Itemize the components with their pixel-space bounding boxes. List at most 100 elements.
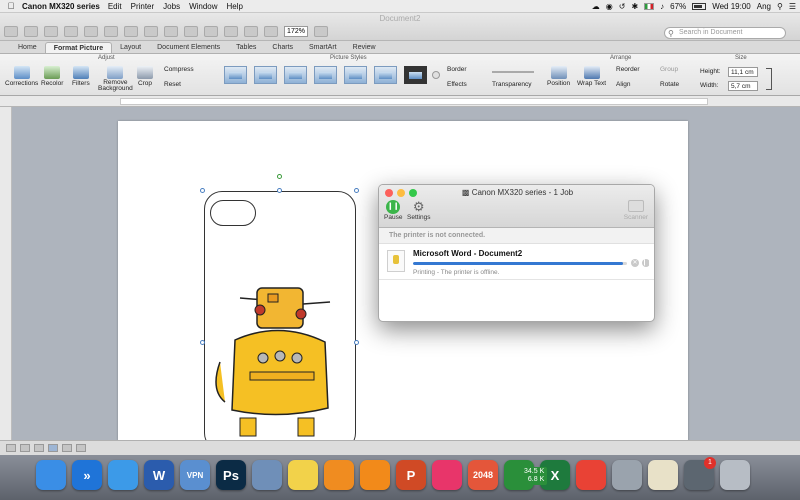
reset-button[interactable]: Reset <box>164 81 181 88</box>
search-input[interactable]: ⚲ Search in Document <box>664 27 786 39</box>
border-button[interactable]: Border <box>447 66 467 73</box>
group-button[interactable]: Group <box>660 66 678 73</box>
tab-format-picture[interactable]: Format Picture <box>44 42 113 53</box>
crop-button[interactable]: Crop <box>137 66 153 87</box>
picture-style-6[interactable] <box>374 66 397 84</box>
wifi-icon[interactable]: ◉ <box>606 2 613 11</box>
dock-powerpoint-icon[interactable]: P <box>396 460 426 490</box>
recolor-button[interactable]: Recolor <box>41 66 63 87</box>
picture-style-1[interactable] <box>224 66 247 84</box>
tab-charts[interactable]: Charts <box>264 42 301 53</box>
notification-center-icon[interactable]: ☰ <box>789 2 796 11</box>
paste-icon[interactable] <box>124 26 138 37</box>
settings-button[interactable]: ⚙ Settings <box>407 200 431 222</box>
transparency-slider[interactable] <box>492 71 534 73</box>
selection-handle-tc[interactable] <box>277 188 282 193</box>
apple-menu-icon[interactable]:  <box>0 1 22 11</box>
pause-button[interactable]: ❙❙ Pause <box>384 200 402 221</box>
hold-job-icon[interactable]: ❙❙ <box>642 259 652 267</box>
picture-style-7[interactable] <box>404 66 427 84</box>
dock-finder-icon[interactable] <box>36 460 66 490</box>
dock-notes-icon[interactable] <box>288 460 318 490</box>
position-button[interactable]: Position <box>547 66 570 87</box>
gallery-more-icon[interactable] <box>432 71 440 79</box>
dock-vlc-icon[interactable] <box>360 460 390 490</box>
height-field[interactable]: 11,1 cm <box>728 67 758 77</box>
picture-style-4[interactable] <box>314 66 337 84</box>
dock-jumpdesktop-icon[interactable]: » <box>72 460 102 490</box>
battery-icon[interactable] <box>692 3 707 10</box>
width-field[interactable]: 5,7 cm <box>728 81 758 91</box>
dock-photoshop-icon[interactable]: Ps <box>216 460 246 490</box>
compress-button[interactable]: Compress <box>164 66 194 73</box>
table-icon[interactable] <box>204 26 218 37</box>
dock-vpn-icon[interactable]: VPN <box>180 460 210 490</box>
zoom-field[interactable]: 172% <box>284 26 308 37</box>
user-name[interactable]: Ang <box>757 2 771 11</box>
format-painter-icon[interactable] <box>144 26 158 37</box>
rotate-button[interactable]: Rotate <box>660 81 679 88</box>
redo-icon[interactable] <box>184 26 198 37</box>
tab-smartart[interactable]: SmartArt <box>301 42 345 53</box>
view-publishing-icon[interactable] <box>34 444 44 452</box>
tab-layout[interactable]: Layout <box>112 42 149 53</box>
volume-icon[interactable]: ♪ <box>660 2 664 11</box>
remove-background-button[interactable]: Remove Background <box>98 66 133 92</box>
help-icon[interactable] <box>314 26 328 37</box>
dock-preview-icon[interactable] <box>252 460 282 490</box>
dock-game-2048-icon[interactable]: 2048 <box>468 460 498 490</box>
dock-itunes-icon[interactable] <box>432 460 462 490</box>
tab-review[interactable]: Review <box>345 42 384 53</box>
vertical-ruler[interactable] <box>0 107 12 440</box>
spotlight-icon[interactable]: ⚲ <box>777 2 783 11</box>
reorder-button[interactable]: Reorder <box>616 66 639 73</box>
lock-aspect-ratio-icon[interactable] <box>766 68 772 90</box>
dock-scanner-app-icon[interactable] <box>648 460 678 490</box>
menu-help[interactable]: Help <box>227 2 243 11</box>
dock-trash-icon[interactable] <box>720 460 750 490</box>
tab-home[interactable]: Home <box>10 42 45 53</box>
wrap-text-button[interactable]: Wrap Text <box>577 66 606 87</box>
picture-style-2[interactable] <box>254 66 277 84</box>
sync-icon[interactable]: ↺ <box>619 2 626 11</box>
cloud-icon[interactable]: ☁ <box>592 2 600 11</box>
dock-safari-icon[interactable] <box>108 460 138 490</box>
menu-window[interactable]: Window <box>189 2 217 11</box>
align-button[interactable]: Align <box>616 81 630 88</box>
dock-word-icon[interactable]: W <box>144 460 174 490</box>
selection-handle-tl[interactable] <box>200 188 205 193</box>
view-print-layout-icon[interactable] <box>48 444 58 452</box>
tab-tables[interactable]: Tables <box>228 42 264 53</box>
picture-style-5[interactable] <box>344 66 367 84</box>
scanner-button[interactable]: Scanner <box>624 200 648 221</box>
menu-jobs[interactable]: Jobs <box>163 2 180 11</box>
filters-button[interactable]: Filters <box>72 66 90 87</box>
menu-edit[interactable]: Edit <box>108 2 122 11</box>
input-source-flag-icon[interactable] <box>644 3 655 10</box>
copy-icon[interactable] <box>104 26 118 37</box>
view-outline-icon[interactable] <box>20 444 30 452</box>
dock-chrome-icon[interactable] <box>576 460 606 490</box>
horizontal-ruler[interactable] <box>0 96 800 107</box>
tab-document-elements[interactable]: Document Elements <box>149 42 228 53</box>
print-icon[interactable] <box>64 26 78 37</box>
rotate-handle[interactable] <box>277 174 282 179</box>
save-icon[interactable] <box>44 26 58 37</box>
view-focus-icon[interactable] <box>76 444 86 452</box>
dock-ibooks-icon[interactable] <box>324 460 354 490</box>
view-draft-icon[interactable] <box>6 444 16 452</box>
clock[interactable]: Wed 19:00 <box>712 2 751 11</box>
view-notebook-icon[interactable] <box>62 444 72 452</box>
print-job-row[interactable]: Microsoft Word - Document2 ✕ ❙❙ Printing… <box>379 244 654 280</box>
sidebar-icon[interactable] <box>244 26 258 37</box>
menu-app-name[interactable]: Canon MX320 series <box>22 2 100 11</box>
cut-icon[interactable] <box>84 26 98 37</box>
menu-printer[interactable]: Printer <box>131 2 155 11</box>
columns-icon[interactable] <box>224 26 238 37</box>
new-document-icon[interactable] <box>4 26 18 37</box>
bluetooth-icon[interactable]: ✱ <box>631 2 638 11</box>
picture-style-3[interactable] <box>284 66 307 84</box>
selection-handle-tr[interactable] <box>354 188 359 193</box>
delete-job-icon[interactable]: ✕ <box>631 259 639 267</box>
open-icon[interactable] <box>24 26 38 37</box>
